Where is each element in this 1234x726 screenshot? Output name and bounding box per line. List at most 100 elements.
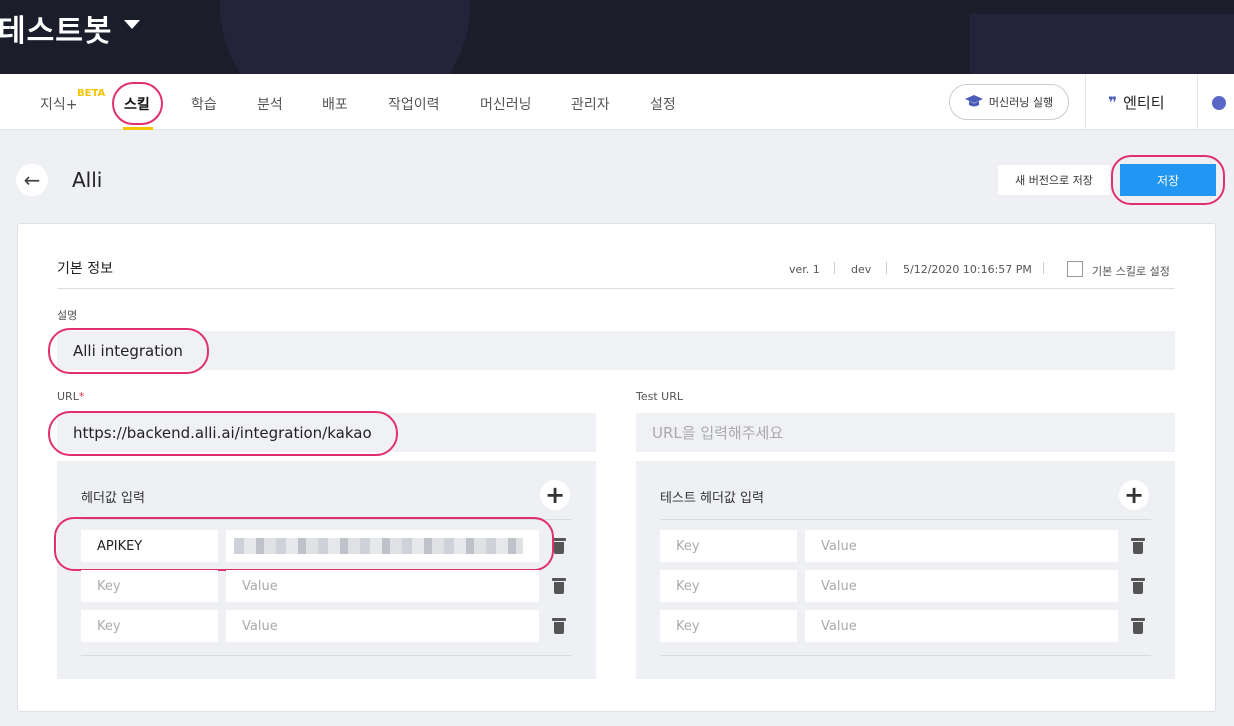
trash-icon[interactable] (552, 618, 566, 634)
save-button[interactable]: 저장 (1120, 164, 1216, 196)
trash-can (554, 622, 564, 634)
trash-lid (1131, 618, 1145, 621)
header-value-input[interactable]: Value (226, 610, 539, 642)
trash-lid (552, 578, 566, 581)
test-header-value-input[interactable]: Value (805, 570, 1118, 602)
tab-history[interactable]: 작업이력 (388, 94, 440, 114)
entity-label: 엔티티 (1123, 94, 1165, 112)
bot-title[interactable]: 테스트봇 (0, 6, 112, 50)
description-label: 설명 (57, 309, 78, 322)
section-title: 기본 정보 (57, 261, 113, 277)
url-label-text: URL (57, 390, 79, 403)
trash-icon[interactable] (552, 578, 566, 594)
default-skill-label: 기본 스킬로 설정 (1092, 265, 1170, 278)
headers-title: 헤더값 입력 (81, 491, 145, 506)
value-placeholder: Value (821, 578, 857, 594)
decor-block (970, 14, 1234, 74)
key-placeholder: Key (97, 618, 121, 634)
trash-lid (552, 538, 566, 541)
section-divider (57, 288, 1175, 289)
header-key-input[interactable]: Key (81, 570, 218, 602)
tab-ml[interactable]: 머신러닝 (480, 94, 532, 114)
url-value: https://backend.alli.ai/integration/kaka… (73, 423, 372, 442)
save-new-version-button[interactable]: 새 버전으로 저장 (997, 164, 1111, 196)
meta-divider (886, 262, 887, 274)
test-header-value-input[interactable]: Value (805, 610, 1118, 642)
trash-icon[interactable] (1131, 538, 1145, 554)
key-placeholder: Key (676, 538, 700, 554)
trash-icon[interactable] (1131, 618, 1145, 634)
value-placeholder: Value (821, 618, 857, 634)
trash-can (1133, 542, 1143, 554)
trash-icon[interactable] (552, 538, 566, 554)
tab-knowledge[interactable]: 지식+ (40, 94, 78, 114)
key-placeholder: Key (676, 578, 700, 594)
test-header-key-input[interactable]: Key (660, 610, 797, 642)
key-placeholder: Key (676, 618, 700, 634)
back-button[interactable]: ← (16, 164, 48, 196)
meta-divider (834, 262, 835, 274)
value-placeholder: Value (242, 578, 278, 594)
add-header-button[interactable]: + (540, 480, 570, 510)
panel-divider (660, 519, 1151, 520)
test-header-value-input[interactable]: Value (805, 530, 1118, 562)
panel-divider (660, 655, 1151, 656)
test-header-key-input[interactable]: Key (660, 530, 797, 562)
nav-bar: 지식+ BETA 스킬 학습 분석 배포 작업이력 머신러닝 관리자 설정 머신… (0, 74, 1234, 130)
quote-icon: ❜❜ (1108, 93, 1117, 112)
graduation-cap-icon (964, 95, 983, 107)
nav-divider (1197, 74, 1198, 130)
page-title: Alli (72, 168, 103, 192)
arrow-left-icon: ← (23, 168, 41, 192)
url-input[interactable]: https://backend.alli.ai/integration/kaka… (57, 413, 596, 452)
trash-can (1133, 582, 1143, 594)
required-mark: * (78, 390, 85, 403)
beta-badge: BETA (77, 88, 106, 99)
meta-divider (1043, 262, 1044, 274)
value-placeholder: Value (821, 538, 857, 554)
tab-settings[interactable]: 설정 (650, 94, 676, 114)
description-value: Alli integration (73, 341, 183, 360)
masked-value (234, 538, 523, 554)
key-placeholder: Key (97, 578, 121, 594)
add-test-header-button[interactable]: + (1119, 480, 1149, 510)
trash-lid (1131, 578, 1145, 581)
trash-can (554, 542, 564, 554)
decor-circle (220, 0, 470, 74)
url-label: URL* (57, 390, 84, 403)
header-value-input[interactable]: Value (226, 570, 539, 602)
caret-down-icon[interactable] (124, 20, 140, 29)
version-text: ver. 1 (789, 263, 820, 276)
default-skill-checkbox[interactable] (1067, 261, 1083, 277)
run-ml-button[interactable]: 머신러닝 실행 (949, 84, 1069, 120)
top-bar: 테스트봇 (0, 0, 1234, 74)
header-key-value: APIKEY (97, 538, 143, 554)
tab-admin[interactable]: 관리자 (571, 94, 610, 114)
test-url-label: Test URL (636, 390, 683, 403)
panel-divider (81, 519, 572, 520)
timestamp-text: 5/12/2020 10:16:57 PM (903, 263, 1032, 276)
trash-lid (1131, 538, 1145, 541)
nav-divider (1085, 74, 1086, 130)
header-key-input[interactable]: APIKEY (81, 530, 218, 562)
test-headers-title: 테스트 헤더값 입력 (660, 491, 764, 506)
test-url-input[interactable]: URL을 입력해주세요 (636, 413, 1175, 452)
test-header-key-input[interactable]: Key (660, 570, 797, 602)
trash-lid (552, 618, 566, 621)
trash-can (554, 582, 564, 594)
value-placeholder: Value (242, 618, 278, 634)
trash-icon[interactable] (1131, 578, 1145, 594)
active-tab-indicator (123, 127, 153, 130)
header-key-input[interactable]: Key (81, 610, 218, 642)
plus-icon: + (544, 481, 566, 509)
tab-skill[interactable]: 스킬 (124, 94, 150, 114)
entity-button[interactable]: ❜❜ 엔티티 (1108, 92, 1165, 113)
tab-deploy[interactable]: 배포 (322, 94, 348, 114)
tab-training[interactable]: 학습 (191, 94, 217, 114)
panel-divider (81, 655, 572, 656)
run-ml-label: 머신러닝 실행 (988, 96, 1054, 109)
description-input[interactable]: Alli integration (57, 331, 1175, 370)
test-url-placeholder: URL을 입력해주세요 (652, 424, 784, 442)
chat-icon[interactable] (1212, 96, 1226, 110)
tab-analysis[interactable]: 분석 (257, 94, 283, 114)
